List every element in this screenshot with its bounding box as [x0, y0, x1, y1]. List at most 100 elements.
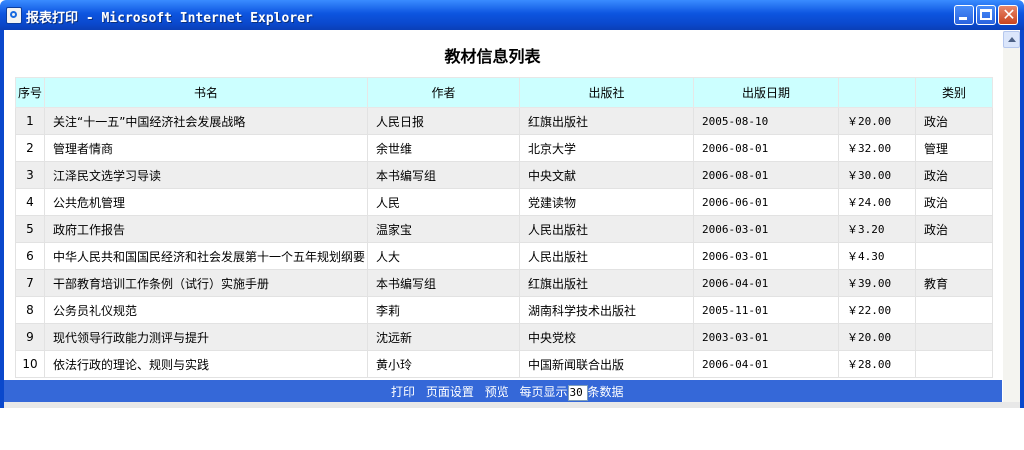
table-row: 1 关注“十一五”中国经济社会发展战略 人民日报 红旗出版社 2005-08-10 ￥20…: [15, 107, 993, 135]
cell-index: 10: [15, 350, 45, 378]
preview-link[interactable]: 预览: [485, 385, 509, 399]
cell-author: 余世维: [367, 134, 520, 162]
cell-author: 人民日报: [367, 107, 520, 135]
cell-author: 本书编写组: [367, 161, 520, 189]
cell-book-name: 政府工作报告: [44, 215, 368, 243]
maximize-button[interactable]: [976, 5, 996, 25]
cell-book-name: 干部教育培训工作条例（试行）实施手册: [44, 269, 368, 297]
column-header-price: [838, 77, 916, 108]
column-header-author: 作者: [367, 77, 520, 108]
report-title: 教材信息列表: [444, 47, 541, 66]
cell-publisher: 中央文献: [519, 161, 694, 189]
cell-price: ￥39.00: [838, 269, 916, 297]
maximize-icon: [980, 9, 992, 20]
cell-book-name: 公务员礼仪规范: [44, 296, 368, 324]
cell-publisher: 人民出版社: [519, 215, 694, 243]
cell-publisher: 红旗出版社: [519, 107, 694, 135]
vertical-scrollbar[interactable]: [1003, 31, 1020, 407]
table-row: 9 现代领导行政能力测评与提升 沈远新 中央党校 2003-03-01 ￥20.00: [15, 323, 993, 351]
table-header-row: 序号 书名 作者 出版社 出版日期 类别: [15, 77, 993, 108]
cell-publish-date: 2005-11-01: [693, 296, 839, 324]
cell-publish-date: 2006-03-01: [693, 242, 839, 270]
window-border-right: [1020, 30, 1024, 408]
cell-category: [915, 296, 993, 324]
scroll-up-arrow-icon[interactable]: [1003, 31, 1020, 48]
cell-publish-date: 2006-04-01: [693, 350, 839, 378]
page-setup-link[interactable]: 页面设置: [426, 385, 474, 399]
cell-publish-date: 2006-06-01: [693, 188, 839, 216]
cell-index: 9: [15, 323, 45, 351]
column-header-index: 序号: [15, 77, 45, 108]
cell-book-name: 关注“十一五”中国经济社会发展战略: [44, 107, 368, 135]
cell-index: 8: [15, 296, 45, 324]
cell-category: 政治: [915, 215, 993, 243]
cell-author: 人大: [367, 242, 520, 270]
cell-publish-date: 2006-04-01: [693, 269, 839, 297]
cell-index: 5: [15, 215, 45, 243]
cell-index: 7: [15, 269, 45, 297]
cell-category: 政治: [915, 107, 993, 135]
book-list-table: 序号 书名 作者 出版社 出版日期 类别 1 关注“十一五”中国经济社会发展战略人…: [15, 77, 993, 378]
cell-price: ￥24.00: [838, 188, 916, 216]
cell-index: 4: [15, 188, 45, 216]
cell-category: 管理: [915, 134, 993, 162]
cell-index: 2: [15, 134, 45, 162]
table-row: 3 江泽民文选学习导读 本书编写组 中央文献 2006-08-01 ￥30.00 政治: [15, 161, 993, 189]
per-page-label: 每页显示: [519, 385, 568, 399]
cell-index: 6: [15, 242, 45, 270]
window-border-left: [0, 30, 4, 408]
cell-author: 李莉: [367, 296, 520, 324]
cell-publisher: 中国新闻联合出版: [519, 350, 694, 378]
table-row: 8 公务员礼仪规范 李莉 湖南科学技术出版社 2005-11-01 ￥22.00: [15, 296, 993, 324]
cell-publisher: 人民出版社: [519, 242, 694, 270]
cell-publisher: 湖南科学技术出版社: [519, 296, 694, 324]
cell-price: ￥28.00: [838, 350, 916, 378]
cell-book-name: 现代领导行政能力测评与提升: [44, 323, 368, 351]
table-row: 4 公共危机管理 人民 党建读物 2006-06-01 ￥24.00 政治: [15, 188, 993, 216]
cell-category: 政治: [915, 188, 993, 216]
cell-publish-date: 2006-08-01: [693, 134, 839, 162]
cell-price: ￥30.00: [838, 161, 916, 189]
cell-price: ￥20.00: [838, 107, 916, 135]
rows-per-page-input[interactable]: [567, 384, 588, 401]
cell-book-name: 依法行政的理论、规则与实践: [44, 350, 368, 378]
table-row: 6 中华人民共和国国民经济和社会发展第十一个五年规划纲要 人大 人民出版社 2006-0…: [15, 242, 993, 270]
column-header-publish-date: 出版日期: [693, 77, 839, 108]
table-row: 5 政府工作报告 温家宝 人民出版社 2006-03-01 ￥3.20 政治: [15, 215, 993, 243]
print-toolbar: 打印 页面设置 预览 每页显示 条数据: [4, 380, 1002, 402]
minimize-icon: [959, 17, 967, 20]
window-title-bar[interactable]: 报表打印 - Microsoft Internet Explorer ✕: [0, 0, 1024, 30]
cell-publisher: 党建读物: [519, 188, 694, 216]
cell-book-name: 管理者情商: [44, 134, 368, 162]
cell-index: 1: [15, 107, 45, 135]
cell-category: [915, 242, 993, 270]
close-button[interactable]: ✕: [998, 5, 1018, 25]
cell-category: 政治: [915, 161, 993, 189]
cell-book-name: 公共危机管理: [44, 188, 368, 216]
minimize-button[interactable]: [954, 5, 974, 25]
cell-price: ￥3.20: [838, 215, 916, 243]
cell-category: 教育: [915, 269, 993, 297]
cell-publish-date: 2006-03-01: [693, 215, 839, 243]
ie-app-icon[interactable]: [6, 7, 22, 24]
per-page-suffix: 条数据: [587, 385, 624, 399]
window-title: 报表打印 - Microsoft Internet Explorer: [26, 11, 313, 26]
cell-price: ￥22.00: [838, 296, 916, 324]
window-bottom-strip: [4, 402, 1020, 408]
cell-publisher: 北京大学: [519, 134, 694, 162]
cell-book-name: 中华人民共和国国民经济和社会发展第十一个五年规划纲要: [44, 242, 368, 270]
print-link[interactable]: 打印: [391, 385, 415, 399]
cell-publish-date: 2005-08-10: [693, 107, 839, 135]
column-header-category: 类别: [915, 77, 993, 108]
cell-publish-date: 2006-08-01: [693, 161, 839, 189]
cell-author: 本书编写组: [367, 269, 520, 297]
cell-publish-date: 2003-03-01: [693, 323, 839, 351]
table-row: 10 依法行政的理论、规则与实践 黄小玲 中国新闻联合出版 2006-04-01 ￥28.…: [15, 350, 993, 378]
cell-category: [915, 350, 993, 378]
close-icon: ✕: [1002, 5, 1016, 24]
cell-book-name: 江泽民文选学习导读: [44, 161, 368, 189]
column-header-book-name: 书名: [44, 77, 368, 108]
cell-author: 温家宝: [367, 215, 520, 243]
cell-publisher: 中央党校: [519, 323, 694, 351]
cell-index: 3: [15, 161, 45, 189]
